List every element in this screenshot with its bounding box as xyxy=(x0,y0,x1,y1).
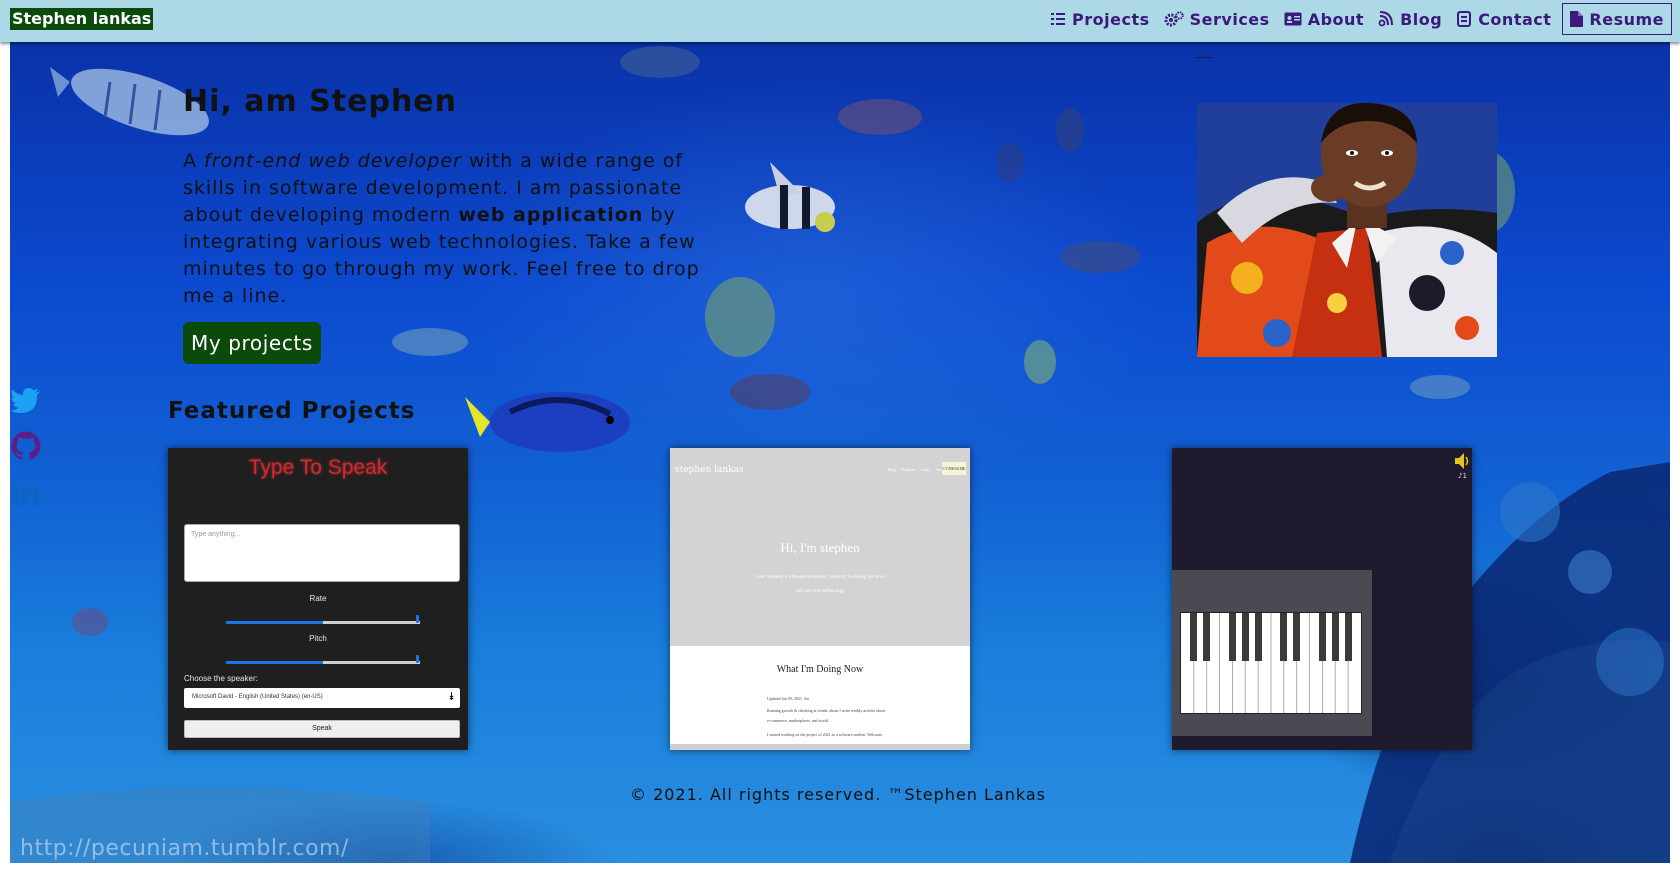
nav-resume-label: Resume xyxy=(1589,9,1664,29)
project-card-portfolio[interactable]: stephen lankas Blog Projects Links About… xyxy=(670,448,970,750)
portfolio-nav-item: Blog xyxy=(888,467,896,472)
twitter-icon[interactable] xyxy=(10,384,42,416)
profile-illustration xyxy=(1197,103,1497,357)
hero-title: Hi, am Stephen xyxy=(183,84,458,119)
nav-projects[interactable]: Projects xyxy=(1043,4,1157,34)
pitch-slider-knob xyxy=(416,655,419,663)
nav-about[interactable]: About xyxy=(1277,4,1371,34)
portfolio-hello: Hi, I'm stephen xyxy=(780,540,860,555)
project-card-piano[interactable]: ♪1 xyxy=(1172,448,1472,750)
nav-blog[interactable]: Blog xyxy=(1371,4,1449,34)
brand-logo[interactable]: Stephen lankas xyxy=(10,8,154,30)
portfolio-updated: Updated Jan 09, 2021. Sat xyxy=(767,696,809,701)
nav-blog-label: Blog xyxy=(1400,9,1443,29)
featured-projects-title: Featured Projects xyxy=(168,398,416,424)
contact-icon xyxy=(1457,11,1472,27)
portfolio-nav-item: Projects xyxy=(901,467,915,472)
portfolio-page: http://pecuniam.tumblr.com/ Stephen lank… xyxy=(0,0,1680,869)
bottom-edge xyxy=(0,863,1680,869)
portfolio-nav-item: Links xyxy=(920,467,930,472)
hero-role: front-end web developer xyxy=(204,150,462,172)
file-icon xyxy=(1570,11,1584,27)
speaker-select-value: Microsoft David - English (United States… xyxy=(192,694,323,700)
rate-label: Rate xyxy=(309,594,327,603)
nav-contact[interactable]: Contact xyxy=(1449,4,1558,34)
speaker-label: Choose the speaker: xyxy=(184,674,258,683)
portfolio-line: e-commerce, marketplaces, and world xyxy=(767,718,828,723)
piano-keys xyxy=(1180,612,1362,714)
left-edge xyxy=(0,42,10,869)
type-to-speak-textarea: Type anything... xyxy=(184,524,460,582)
my-projects-button[interactable]: My projects xyxy=(183,322,321,364)
hero-text-prefix: A xyxy=(183,150,205,172)
speak-button: Speak xyxy=(184,720,460,738)
volume-icon xyxy=(1454,452,1470,474)
top-navbar: Stephen lankas Projects Services About B… xyxy=(0,0,1680,42)
hero-emphasis: web application xyxy=(458,204,644,226)
nav-projects-label: Projects xyxy=(1072,9,1150,29)
footer: © 2021. All rights reserved. ™Stephen La… xyxy=(0,785,1680,804)
type-to-speak-title: Type To Speak xyxy=(248,456,388,479)
project-card-type-to-speak[interactable]: Type To Speak Type anything... Rate Pitc… xyxy=(168,448,468,750)
pitch-slider-fill xyxy=(226,661,323,664)
right-edge xyxy=(1670,42,1680,869)
double-chevron-down-icon: ⯯ xyxy=(448,691,455,703)
piano-panel xyxy=(1172,570,1372,736)
pitch-label: Pitch xyxy=(309,634,327,643)
id-card-icon xyxy=(1284,12,1302,26)
nav-services[interactable]: Services xyxy=(1157,4,1277,34)
hero-description: A front-end web developer with a wide ra… xyxy=(183,148,713,310)
rate-slider-fill xyxy=(226,621,323,624)
watermark-text: http://pecuniam.tumblr.com/ xyxy=(20,836,349,861)
nav-resume[interactable]: Resume xyxy=(1562,3,1672,35)
portfolio-line: Running growth & checking at trends: abo… xyxy=(767,708,885,713)
portfolio-resume-badge: CV/RESUME xyxy=(942,462,966,475)
portfolio-line: I started working on the project of 2021… xyxy=(767,732,884,737)
pitch-slider xyxy=(226,655,420,664)
speaker-select: Microsoft David - English (United States… xyxy=(184,688,460,708)
footer-copyright: © 2021. All rights reserved. ™Stephen La… xyxy=(629,785,1046,804)
linkedin-icon[interactable] xyxy=(10,476,42,508)
portfolio-hero-area: stephen lankas Blog Projects Links About… xyxy=(670,448,970,646)
portfolio-bottom-bar xyxy=(670,744,970,750)
nav-contact-label: Contact xyxy=(1478,9,1552,29)
github-icon[interactable] xyxy=(10,430,42,462)
nav-services-label: Services xyxy=(1189,9,1270,29)
portfolio-brand: stephen lankas xyxy=(675,465,744,475)
profile-photo xyxy=(1197,103,1497,357)
rate-slider-knob xyxy=(416,615,419,623)
nav-links: Projects Services About Blog Contact Res… xyxy=(1043,2,1672,36)
portfolio-subtitle: I am currently a software developer, cur… xyxy=(755,575,885,594)
blog-icon xyxy=(1378,11,1394,27)
note-indicator: ♪1 xyxy=(1458,472,1467,480)
nav-about-label: About xyxy=(1307,9,1365,29)
cogs-icon xyxy=(1164,11,1184,27)
rate-slider xyxy=(226,615,420,624)
portfolio-section-title: What I'm Doing Now xyxy=(776,664,864,675)
tasks-icon xyxy=(1051,13,1066,25)
nav-divider xyxy=(1196,57,1212,58)
